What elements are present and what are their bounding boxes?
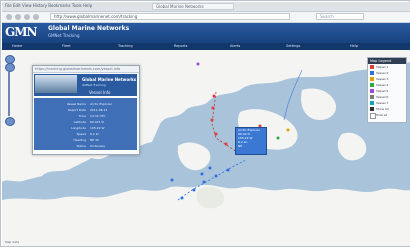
swatch-icon	[370, 113, 376, 119]
gmn-logo[interactable]: GMN	[5, 25, 37, 39]
vessel-info-popup: https://tracking.globalmarinenet.com/ves…	[32, 65, 140, 155]
browser-titlebar: File Edit View History Bookmarks Tools H…	[2, 2, 410, 12]
swatch-icon	[370, 101, 374, 105]
track-point-green	[276, 136, 280, 140]
back-icon[interactable]	[6, 14, 12, 20]
reload-icon[interactable]	[24, 14, 30, 20]
search-input[interactable]: Search	[316, 13, 364, 20]
nav-item-tracking[interactable]: Tracking	[118, 44, 133, 48]
popup-header: Global Marine Networks GMNet Tracking Ve…	[34, 74, 137, 96]
swatch-icon	[370, 71, 374, 75]
vessel-position-box[interactable]: Arctic Explorer 69.42 N 105.22 W 6.2 kn …	[235, 127, 267, 155]
browser-tab[interactable]: Global Marine Networks	[152, 3, 234, 10]
nav-item-reports[interactable]: Reports	[174, 44, 187, 48]
nav-item-settings[interactable]: Settings	[286, 44, 300, 48]
home-icon[interactable]	[33, 14, 39, 20]
swatch-icon	[370, 77, 374, 81]
url-bar[interactable]: http://www.globalmarinenet.com/tracking	[50, 13, 290, 20]
nav-item-home[interactable]: Home	[12, 44, 22, 48]
forward-icon[interactable]	[15, 14, 21, 20]
popup-subtitle: GMNet Tracking	[82, 83, 106, 87]
browser-window: File Edit View History Bookmarks Tools H…	[0, 0, 410, 247]
popup-vessel-name: Vessel Info	[89, 90, 111, 95]
island-east	[337, 132, 367, 161]
nav-item-fleet[interactable]: Fleet	[62, 44, 71, 48]
track-point-yellow	[286, 128, 290, 132]
brand-subtitle: GMNet Tracking	[48, 33, 80, 38]
swatch-icon	[370, 95, 374, 99]
nav-item-alerts[interactable]: Alerts	[230, 44, 240, 48]
island-north-east	[301, 88, 337, 120]
track-point-purple	[196, 62, 200, 66]
brand-title: Global Marine Networks	[48, 25, 130, 32]
map-legend: Map Legend Vessel 1 Vessel 2 Vessel 3 Ve…	[367, 57, 407, 123]
popup-url-bar: https://tracking.globalmarinenet.com/ves…	[33, 66, 139, 73]
popup-details: Vessel Name Arctic Explorer Report Date 20…	[34, 98, 137, 150]
popup-brand: Global Marine Networks	[82, 77, 137, 82]
app-header: GMN Global Marine Networks GMNet Trackin…	[2, 23, 410, 43]
app-nav: Home Fleet Tracking Reports Alerts Setti…	[2, 43, 410, 50]
swatch-icon	[370, 107, 374, 111]
vessel-photo	[35, 75, 77, 93]
browser-menu[interactable]: File Edit View History Bookmarks Tools H…	[5, 3, 92, 8]
map-credits: Map data	[5, 240, 20, 244]
zoom-slider[interactable]	[8, 72, 10, 116]
legend-item[interactable]: Hide all	[368, 112, 406, 119]
zoom-out-icon[interactable]	[5, 117, 15, 126]
zoom-in-icon[interactable]	[5, 63, 15, 72]
island-west	[177, 142, 211, 171]
browser-toolbar: http://www.globalmarinenet.com/tracking …	[2, 12, 410, 23]
swatch-icon	[370, 65, 374, 69]
swatch-icon	[370, 89, 374, 93]
zoom-control	[5, 55, 15, 126]
nav-item-help[interactable]: Help	[350, 44, 358, 48]
swatch-icon	[370, 83, 374, 87]
